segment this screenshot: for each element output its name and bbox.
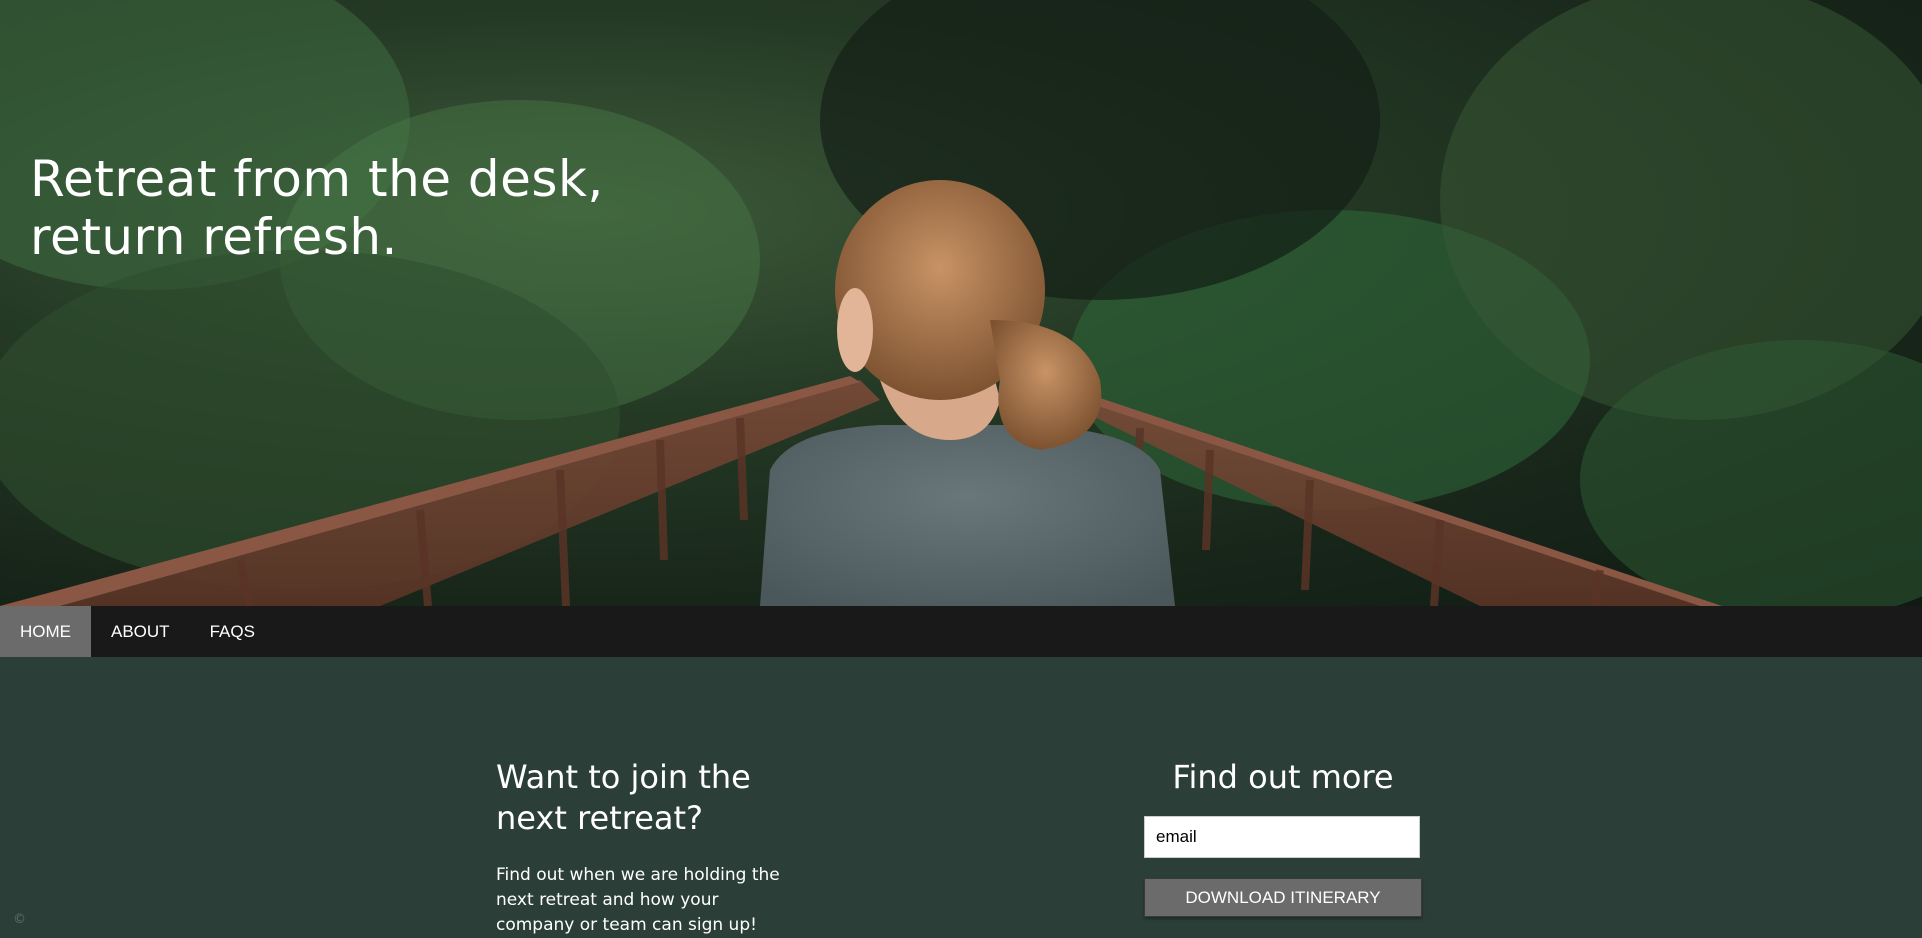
hero-banner: Retreat from the desk, return refresh. <box>0 0 1922 606</box>
nav-home-link[interactable]: HOME <box>0 606 91 657</box>
copyright-icon: © <box>13 912 26 927</box>
email-input[interactable] <box>1144 816 1420 858</box>
signup-section: Want to join the next retreat? Find out … <box>0 657 1922 938</box>
nav-about-link[interactable]: ABOUT <box>91 606 190 657</box>
join-title: Want to join the next retreat? <box>496 758 751 837</box>
join-description: Find out when we are holding the next re… <box>496 865 780 935</box>
find-out-more-column: Find out more DOWNLOAD ITINERARY <box>1144 757 1422 917</box>
download-itinerary-button[interactable]: DOWNLOAD ITINERARY <box>1144 878 1422 917</box>
hero-title: Retreat from the desk, return refresh. <box>30 150 604 266</box>
hero-background-image <box>0 0 1922 606</box>
nav-faqs-link[interactable]: FAQS <box>190 606 275 657</box>
main-navbar: HOME ABOUT FAQS <box>0 606 1922 657</box>
find-out-more-title: Find out more <box>1172 758 1394 796</box>
join-column: Want to join the next retreat? Find out … <box>496 757 796 938</box>
